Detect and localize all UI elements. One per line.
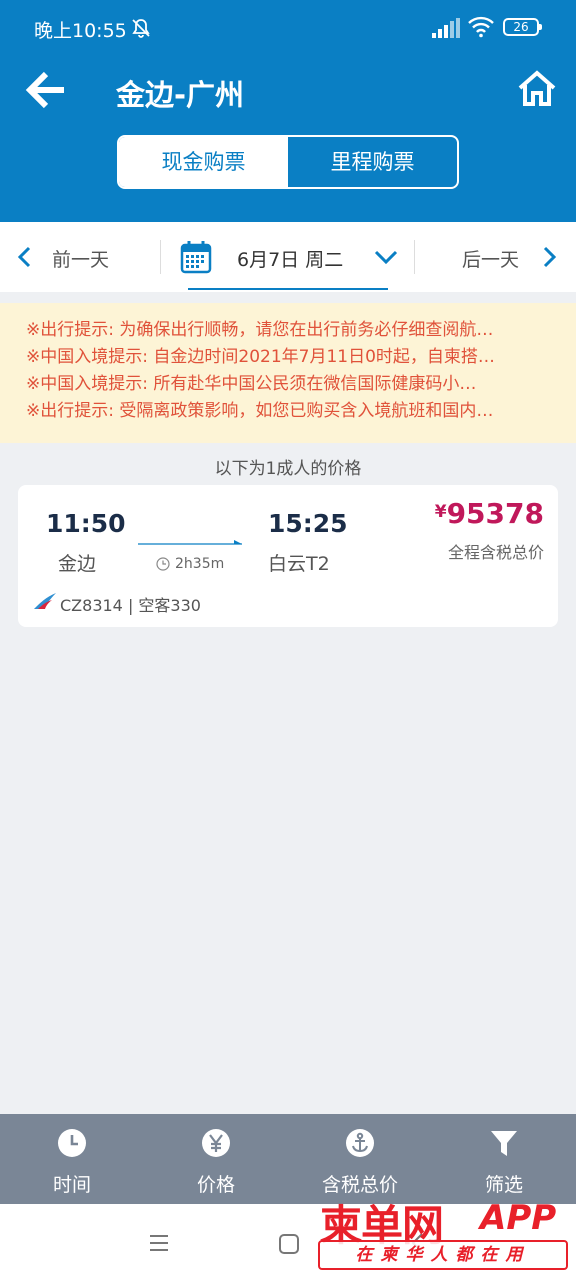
anchor-icon bbox=[346, 1129, 374, 1157]
price-note: 全程含税总价 bbox=[447, 543, 544, 562]
departure-airport: 金边 bbox=[58, 553, 97, 575]
clock-icon bbox=[156, 557, 170, 571]
arrival-airport: 白云T2 bbox=[268, 553, 330, 575]
yen-icon bbox=[202, 1129, 230, 1157]
selected-date[interactable]: 6月7日 周二 bbox=[237, 245, 343, 272]
chevron-right-icon[interactable] bbox=[542, 246, 558, 268]
sort-filter-bar: 时间 价格 含税总价 筛选 bbox=[0, 1114, 576, 1204]
nav-home-icon[interactable] bbox=[279, 1234, 299, 1254]
chevron-down-icon[interactable] bbox=[374, 249, 398, 265]
watermark-app: APP bbox=[480, 1198, 557, 1238]
notice-item[interactable]: ※中国入境提示: 所有赴华中国公民须在微信国际健康码小… bbox=[26, 371, 554, 398]
menu-icon[interactable] bbox=[148, 1234, 170, 1252]
date-underline bbox=[188, 288, 388, 290]
tab-label: 价格 bbox=[196, 1174, 235, 1196]
watermark-logo: 柬单网 APP 在柬华人都在用 bbox=[318, 1192, 568, 1276]
purchase-type-toggle: 现金购票 里程购票 bbox=[117, 135, 459, 189]
status-bar: 晚上10:55 26 bbox=[0, 0, 576, 56]
travel-notices[interactable]: ※出行提示: 为确保出行顺畅，请您在出行前务必仔细查阅航… ※中国入境提示: 自… bbox=[0, 303, 576, 443]
tab-cash-purchase[interactable]: 现金购票 bbox=[119, 137, 288, 187]
divider bbox=[160, 240, 161, 274]
next-day-button[interactable]: 后一天 bbox=[462, 245, 519, 272]
tab-label: 时间 bbox=[52, 1174, 91, 1196]
back-arrow-icon[interactable] bbox=[24, 70, 68, 110]
status-time: 晚上10:55 bbox=[34, 20, 127, 42]
app-header: 晚上10:55 26 金边-广州 现金购票 里程购票 bbox=[0, 0, 576, 222]
flight-arrow-icon bbox=[138, 540, 242, 545]
china-southern-logo-icon bbox=[34, 593, 56, 609]
tab-miles-purchase[interactable]: 里程购票 bbox=[288, 137, 457, 187]
date-selector-bar: 前一天 6月7日 周二 后一天 bbox=[0, 222, 576, 292]
notice-item[interactable]: ※出行提示: 受隔离政策影响，如您已购买含入境航班和国内… bbox=[26, 398, 554, 425]
previous-day-button[interactable]: 前一天 bbox=[52, 245, 109, 272]
notice-item[interactable]: ※中国入境提示: 自金边时间2021年7月11日0时起，自柬搭… bbox=[26, 344, 554, 371]
calendar-icon[interactable] bbox=[180, 240, 212, 274]
watermark-slogan: 在柬华人都在用 bbox=[318, 1240, 568, 1270]
flight-card[interactable]: 11:50 金边 2h35m 15:25 白云T2 ¥95378 全程含税总价 … bbox=[18, 485, 558, 627]
bell-off-icon bbox=[132, 19, 150, 38]
ticket-price: ¥95378 bbox=[435, 497, 544, 530]
arrival-time: 15:25 bbox=[268, 509, 348, 538]
divider bbox=[414, 240, 415, 274]
price-amount: 95378 bbox=[446, 497, 544, 530]
filter-icon bbox=[491, 1131, 517, 1156]
price-basis-label: 以下为1成人的价格 bbox=[214, 459, 362, 479]
sort-by-price-tab[interactable]: 价格 bbox=[144, 1114, 288, 1204]
signal-icon bbox=[432, 18, 460, 38]
chevron-left-icon[interactable] bbox=[16, 246, 32, 268]
notice-item[interactable]: ※出行提示: 为确保出行顺畅，请您在出行前务必仔细查阅航… bbox=[26, 317, 554, 344]
page-title: 金边-广州 bbox=[116, 78, 245, 112]
filter-tab[interactable]: 筛选 bbox=[432, 1114, 576, 1204]
battery-icon: 26 bbox=[503, 18, 542, 36]
sort-by-total-price-tab[interactable]: 含税总价 bbox=[288, 1114, 432, 1204]
flight-duration: 2h35m bbox=[175, 556, 225, 572]
flight-number-aircraft: CZ8314 | 空客330 bbox=[60, 596, 201, 615]
departure-time: 11:50 bbox=[46, 509, 126, 538]
sort-by-time-tab[interactable]: 时间 bbox=[0, 1114, 144, 1204]
currency-symbol: ¥ bbox=[434, 502, 447, 522]
clock-icon bbox=[58, 1129, 86, 1157]
home-icon[interactable] bbox=[518, 70, 556, 106]
wifi-icon bbox=[468, 16, 494, 38]
